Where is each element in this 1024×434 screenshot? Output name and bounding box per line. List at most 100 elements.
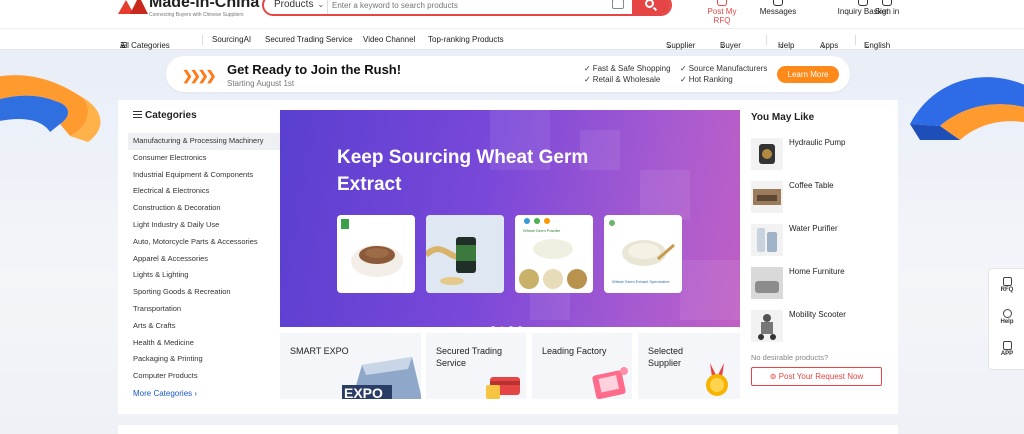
carousel-dot[interactable] <box>491 326 495 327</box>
recommended-item[interactable]: Mobility Scooter <box>751 310 891 344</box>
product-card[interactable]: Wheat Germ Powder <box>515 215 593 293</box>
check-icon: ✓ <box>584 64 591 73</box>
card3-label: Wheat Germ Powder <box>523 228 561 233</box>
nav-video-channel[interactable]: Video Channel <box>363 35 415 44</box>
recommended-item-name: Mobility Scooter <box>789 310 846 319</box>
supplement-bottle-image <box>426 215 504 293</box>
carousel-dot-active[interactable] <box>500 326 504 327</box>
carousel-dot[interactable] <box>518 326 522 327</box>
search-category-label: Products <box>274 0 314 10</box>
nav-sourcing-ai[interactable]: SourcingAI <box>212 35 251 44</box>
nav-secured-trading[interactable]: Secured Trading Service <box>265 35 353 44</box>
promo-feature-label: Hot Ranking <box>688 75 733 84</box>
category-item[interactable]: Industrial Equipment & Components <box>128 167 280 184</box>
promo-feature: ✓ Retail & Wholesale <box>584 75 660 84</box>
nav-divider <box>766 35 767 45</box>
tile-title: Selected Supplier <box>648 346 684 368</box>
banner-title: Keep Sourcing Wheat Germ Extract <box>337 147 589 195</box>
side-help-label: Help <box>1000 319 1014 325</box>
side-help-button[interactable]: Help <box>989 309 1024 325</box>
payment-card-icon <box>486 377 520 399</box>
category-item[interactable]: Electrical & Electronics <box>128 183 280 200</box>
tile-title: SMART EXPO <box>290 346 349 356</box>
search-category-select[interactable]: Products ⌄ <box>264 0 328 14</box>
search-button[interactable] <box>632 0 670 14</box>
selected-supplier-tile[interactable]: Selected Supplier <box>638 333 740 399</box>
banner-decor <box>680 260 740 320</box>
side-rfq-label: RFQ <box>1000 287 1014 293</box>
category-item[interactable]: Arts & Crafts <box>128 318 280 335</box>
nav-all-categories: All Categories <box>120 41 170 50</box>
card4-label: Wheat Germ Extract Spermidine <box>612 279 670 284</box>
promo-bar: ❯❯❯❯ Get Ready to Join the Rush! Startin… <box>166 56 850 92</box>
categories-heading: Categories <box>133 110 197 121</box>
category-item[interactable]: Auto, Motorcycle Parts & Accessories <box>128 234 280 251</box>
sign-in-link[interactable]: Sign in <box>872 0 902 28</box>
floating-toolbar: RFQ Help APP <box>988 268 1024 370</box>
product-card[interactable] <box>426 215 504 293</box>
promo-subtitle: Starting August 1st <box>227 79 295 88</box>
lower-section <box>118 425 898 434</box>
chevron-down-icon: ⌄ <box>120 41 127 50</box>
coffee-table-thumbnail <box>751 181 783 213</box>
chevron-down-icon: ⌄ <box>864 41 871 50</box>
more-categories-link[interactable]: More Categories › <box>133 389 197 398</box>
post-request-button[interactable]: ⊚ Post Your Request Now <box>751 367 882 386</box>
category-item[interactable]: Construction & Decoration <box>128 200 280 217</box>
fast-arrows-icon: ❯❯❯❯ <box>182 68 217 83</box>
search-icon <box>645 0 654 8</box>
side-app-button[interactable]: APP <box>989 341 1024 357</box>
sign-in-label: Sign in <box>874 7 900 16</box>
search-input[interactable] <box>332 0 612 14</box>
tile-title: Secured Trading Service <box>436 346 503 368</box>
category-item[interactable]: Sporting Goods & Recreation <box>128 284 280 301</box>
category-item[interactable]: Consumer Electronics <box>128 150 280 167</box>
recommended-item[interactable]: Home Furniture <box>751 267 891 301</box>
recommended-item[interactable]: Water Purifier <box>751 224 891 258</box>
main-nav: ☰ All Categories ⌄ SourcingAI Secured Tr… <box>0 28 1024 50</box>
promo-feature-label: Retail & Wholesale <box>592 75 661 84</box>
nav-divider <box>855 35 856 45</box>
promo-feature: ✓ Fast & Safe Shopping <box>584 64 671 73</box>
promo-feature-label: Source Manufacturers <box>688 64 768 73</box>
promo-feature-label: Fast & Safe Shopping <box>592 64 671 73</box>
product-card[interactable]: Wheat Germ Extract Spermidine <box>604 215 682 293</box>
chevron-down-icon: ⌄ <box>666 41 673 50</box>
post-rfq-link[interactable]: Post My RFQ <box>700 0 744 28</box>
recommended-item[interactable]: Coffee Table <box>751 181 891 215</box>
category-item[interactable]: Light Industry & Daily Use <box>128 217 280 234</box>
post-rfq-label: Post My RFQ <box>707 7 737 25</box>
category-item[interactable]: Computer Products <box>128 368 280 385</box>
learn-more-button[interactable]: Learn More <box>777 66 839 83</box>
nav-divider <box>202 35 203 45</box>
check-icon: ✓ <box>584 75 591 84</box>
carousel-dot[interactable] <box>509 326 513 327</box>
water-purifier-thumbnail <box>751 224 783 256</box>
category-item[interactable]: Manufacturing & Processing Machinery <box>128 133 280 150</box>
messages-link[interactable]: Messages <box>758 0 798 28</box>
recommended-item[interactable]: Hydraulic Pump <box>751 138 891 172</box>
factory-icon <box>592 367 628 399</box>
nav-top-ranking[interactable]: Top-ranking Products <box>428 35 504 44</box>
category-item[interactable]: Health & Medicine <box>128 335 280 352</box>
user-icon <box>882 0 892 6</box>
leading-factory-tile[interactable]: Leading Factory <box>532 333 632 399</box>
category-item[interactable]: Transportation <box>128 301 280 318</box>
basket-icon <box>858 0 868 6</box>
expo-building-image: EXPO <box>342 357 421 399</box>
messages-label: Messages <box>759 7 797 16</box>
product-card[interactable] <box>337 215 415 293</box>
camera-icon[interactable] <box>612 0 624 9</box>
smart-expo-tile[interactable]: SMART EXPO EXPO <box>280 333 421 399</box>
home-furniture-thumbnail <box>751 267 783 299</box>
promo-feature: ✓ Hot Ranking <box>680 75 733 84</box>
category-item[interactable]: Apparel & Accessories <box>128 251 280 268</box>
category-item[interactable]: Packaging & Printing <box>128 351 280 368</box>
side-rfq-button[interactable]: RFQ <box>989 277 1024 293</box>
wheat-germ-powder-image <box>341 219 403 277</box>
hero-banner[interactable]: Keep Sourcing Wheat Germ Extract Wheat G… <box>280 110 740 327</box>
site-logo[interactable]: Made-in-China Connecting Buyers with Chi… <box>118 0 259 18</box>
category-item[interactable]: Lights & Lighting <box>128 267 280 284</box>
secured-trading-tile[interactable]: Secured Trading Service <box>426 333 526 399</box>
recommended-item-name: Hydraulic Pump <box>789 138 846 147</box>
